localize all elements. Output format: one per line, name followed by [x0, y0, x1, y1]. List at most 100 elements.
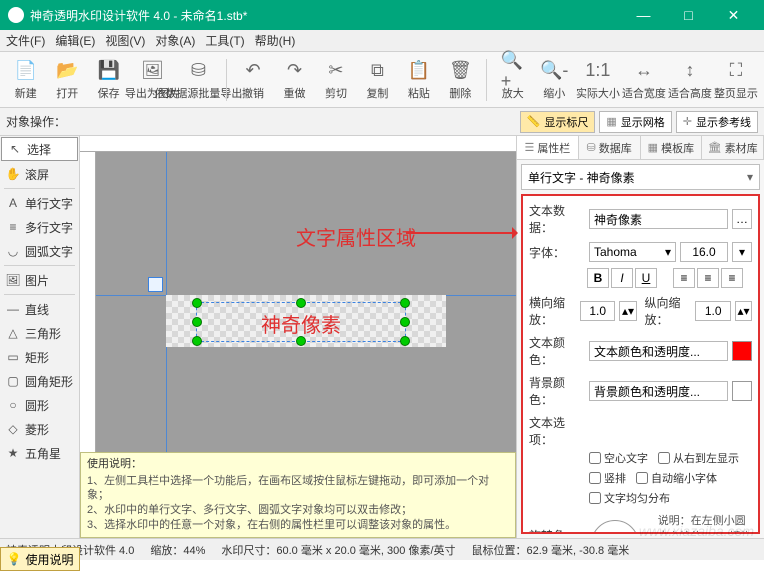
resize-handle[interactable]: [400, 336, 410, 346]
hscale-spinner[interactable]: ▴▾: [619, 301, 636, 321]
chevron-down-icon: ▾: [747, 170, 753, 184]
ruler-horizontal: [80, 136, 516, 152]
tool-直线[interactable]: —直线: [0, 297, 79, 321]
toolbar-适合宽度[interactable]: ↔适合宽度: [622, 55, 666, 105]
toggle-guides[interactable]: ✛显示参考线: [676, 111, 758, 133]
toolbar-缩小[interactable]: 🔍-缩小: [534, 55, 573, 105]
bg-color-button[interactable]: 背景颜色和透明度...: [589, 381, 728, 401]
align-center-button[interactable]: ≡: [697, 268, 719, 288]
font-select[interactable]: Tahoma▾: [589, 242, 676, 262]
tab-materials[interactable]: 🏛素材库: [702, 136, 764, 159]
tool-圆弧文字[interactable]: ◡圆弧文字: [0, 239, 79, 263]
align-left-button[interactable]: ≡: [673, 268, 695, 288]
text-data-input[interactable]: 神奇像素: [589, 209, 728, 229]
opt-shrink[interactable]: 自动缩小字体: [636, 470, 717, 486]
menu-edit[interactable]: 编辑(E): [55, 32, 95, 49]
toolbar-实际大小[interactable]: 1:1实际大小: [576, 55, 620, 105]
opt-rtl[interactable]: 从右到左显示: [658, 450, 739, 466]
tool-圆角矩形[interactable]: ▢圆角矩形: [0, 369, 79, 393]
opt-vertical[interactable]: 竖排: [589, 470, 626, 486]
usage-button[interactable]: 💡 使用说明: [0, 547, 80, 571]
toolbar-打开[interactable]: 📂打开: [47, 55, 86, 105]
templates-icon: ▦: [648, 141, 658, 154]
toolbar-重做[interactable]: ↷重做: [275, 55, 314, 105]
subtoolbar: 对象操作： 📏显示标尺 ▦显示网格 ✛显示参考线: [0, 108, 764, 136]
ruler-icon: 📏: [527, 115, 541, 128]
underline-button[interactable]: U: [635, 268, 657, 288]
rotate-description: 说明：在左侧小圆点上按住 Shift 键拖动鼠标可以生成15度倍数角。: [658, 512, 752, 534]
toolbar-整页显示[interactable]: ⛶整页显示: [714, 55, 758, 105]
tool-矩形[interactable]: ▭矩形: [0, 345, 79, 369]
object-selector[interactable]: 单行文字 - 神奇像素 ▾: [521, 164, 760, 190]
resize-handle[interactable]: [192, 336, 202, 346]
titlebar: 神奇透明水印设计软件 4.0 - 未命名1.stb* — □ ✕: [0, 0, 764, 30]
tool-五角星[interactable]: ★五角星: [0, 441, 79, 465]
toolbar-粘贴[interactable]: 📋粘贴: [399, 55, 438, 105]
minimize-button[interactable]: —: [621, 0, 666, 30]
opt-justify[interactable]: 文字均匀分布: [589, 490, 670, 506]
guides-icon: ✛: [683, 115, 692, 128]
tab-properties[interactable]: ☰属性栏: [517, 136, 579, 159]
toolbar-放大[interactable]: 🔍+放大: [493, 55, 532, 105]
statusbar: 神奇透明水印设计软件 4.0 缩放：44% 水印尺寸：60.0 毫米 x 20.…: [0, 538, 764, 560]
toolbar-撤销[interactable]: ↶撤销: [233, 55, 272, 105]
opt-hollow[interactable]: 空心文字: [589, 450, 648, 466]
resize-handle[interactable]: [192, 317, 202, 327]
tool-icon: ≡: [6, 220, 20, 234]
vscale-input[interactable]: 1.0: [695, 301, 731, 321]
align-right-button[interactable]: ≡: [721, 268, 743, 288]
toolbar-icon: ↶: [241, 59, 265, 83]
tool-图片[interactable]: 🖼图片: [0, 268, 79, 292]
resize-handle[interactable]: [296, 336, 306, 346]
tool-icon: ✋: [6, 167, 20, 181]
text-color-swatch[interactable]: [732, 341, 752, 361]
text-data-more-button[interactable]: …: [732, 209, 752, 229]
hscale-input[interactable]: 1.0: [580, 301, 616, 321]
tool-圆形[interactable]: ○圆形: [0, 393, 79, 417]
toggle-ruler[interactable]: 📏显示标尺: [520, 111, 596, 133]
menu-help[interactable]: 帮助(H): [255, 32, 296, 49]
selected-object[interactable]: 神奇像素: [196, 302, 406, 342]
tool-菱形[interactable]: ◇菱形: [0, 417, 79, 441]
tool-三角形[interactable]: △三角形: [0, 321, 79, 345]
toolbar-剪切[interactable]: ✂剪切: [316, 55, 355, 105]
toolbar-删除[interactable]: 🗑删除: [441, 55, 480, 105]
rotate-dial[interactable]: [591, 520, 639, 534]
menu-object[interactable]: 对象(A): [155, 32, 195, 49]
maximize-button[interactable]: □: [666, 0, 711, 30]
bold-button[interactable]: B: [587, 268, 609, 288]
toolbar-保存[interactable]: 💾保存: [89, 55, 128, 105]
tool-icon: A: [6, 196, 20, 210]
toolbar-新建[interactable]: 📄新建: [6, 55, 45, 105]
hint-line: 3、选择水印中的任意一个对象，在右侧的属性栏里可以调整该对象的属性。: [87, 518, 509, 533]
toolbar-依数据源批量导出[interactable]: ⛁依数据源批量导出: [176, 55, 220, 105]
font-label: 字体：: [529, 244, 585, 261]
status-size: 水印尺寸：60.0 毫米 x 20.0 毫米, 300 像素/英寸: [221, 542, 455, 558]
toolbar-适合高度[interactable]: ↕适合高度: [668, 55, 712, 105]
font-size-caret[interactable]: ▾: [732, 242, 752, 262]
menu-view[interactable]: 视图(V): [105, 32, 145, 49]
tool-选择[interactable]: ↖选择: [1, 137, 78, 161]
vscale-spinner[interactable]: ▴▾: [735, 301, 752, 321]
rotate-label: 旋转角度：: [529, 527, 585, 534]
close-button[interactable]: ✕: [711, 0, 756, 30]
italic-button[interactable]: I: [611, 268, 633, 288]
tab-database[interactable]: ⛁数据库: [579, 136, 641, 159]
font-size-input[interactable]: 16.0: [680, 242, 728, 262]
menu-tools[interactable]: 工具(T): [205, 32, 244, 49]
bg-color-swatch[interactable]: [732, 381, 752, 401]
resize-handle[interactable]: [192, 298, 202, 308]
tab-templates[interactable]: ▦模板库: [641, 136, 703, 159]
status-zoom: 缩放：44%: [150, 542, 205, 558]
resize-handle[interactable]: [296, 298, 306, 308]
toggle-grid[interactable]: ▦显示网格: [599, 111, 671, 133]
toolbar-复制[interactable]: ⧉复制: [358, 55, 397, 105]
tool-多行文字[interactable]: ≡多行文字: [0, 215, 79, 239]
resize-handle[interactable]: [400, 317, 410, 327]
menu-file[interactable]: 文件(F): [6, 32, 45, 49]
text-color-button[interactable]: 文本颜色和透明度...: [589, 341, 728, 361]
tool-单行文字[interactable]: A单行文字: [0, 191, 79, 215]
object-text: 神奇像素: [197, 309, 405, 338]
resize-handle[interactable]: [400, 298, 410, 308]
tool-滚屏[interactable]: ✋滚屏: [0, 162, 79, 186]
